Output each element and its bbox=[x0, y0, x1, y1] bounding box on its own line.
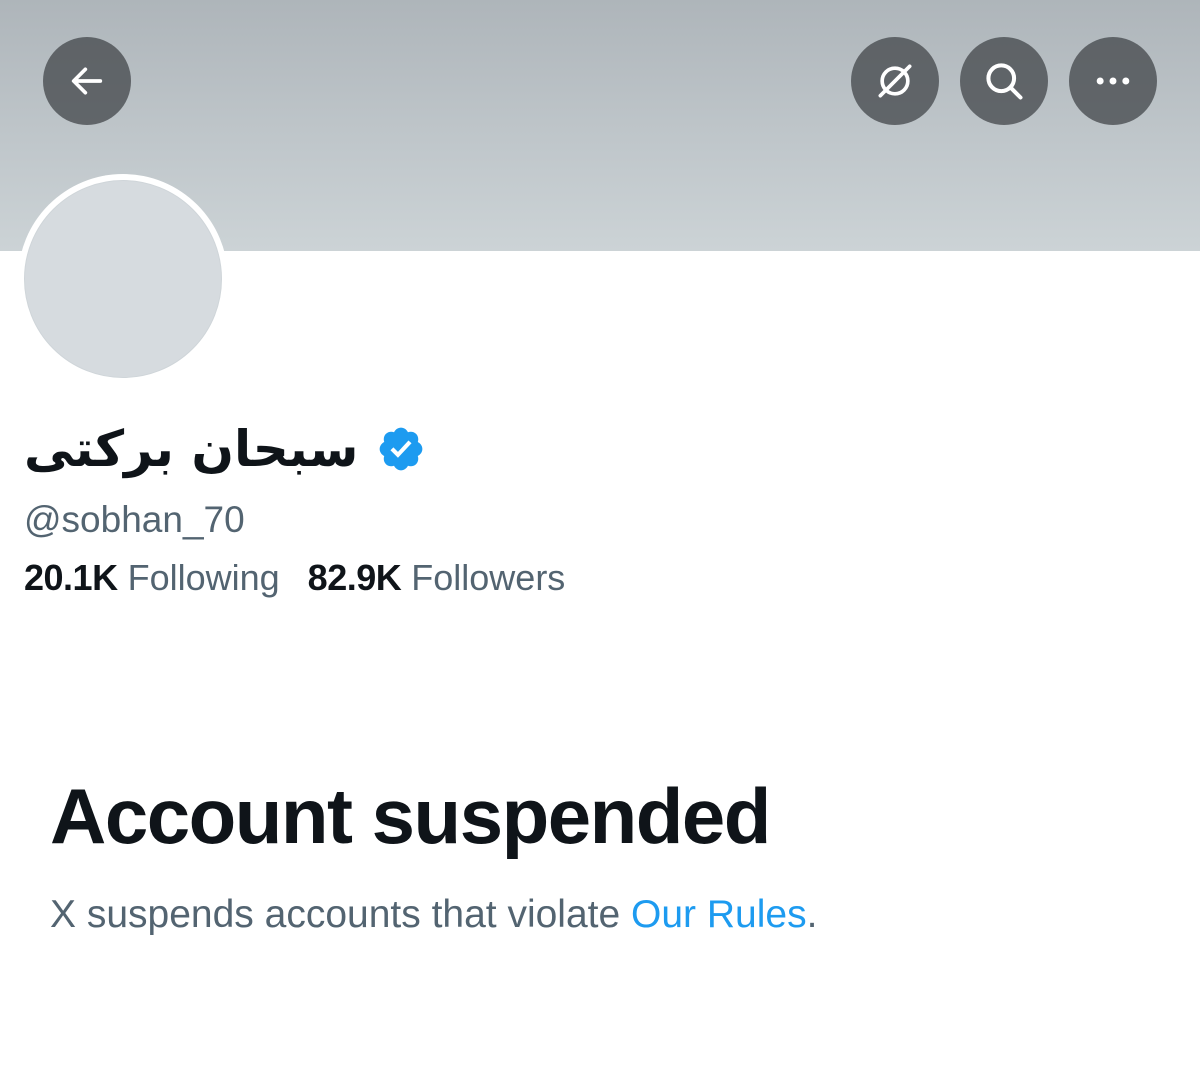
search-button[interactable] bbox=[960, 37, 1048, 125]
suspension-title: Account suspended bbox=[50, 772, 771, 860]
suspension-description-end: . bbox=[806, 893, 818, 936]
followers-label: Followers bbox=[411, 557, 566, 598]
suspension-description: X suspends accounts that violate Our Rul… bbox=[50, 890, 817, 940]
followers-count: 82.9K bbox=[307, 557, 402, 598]
our-rules-link[interactable]: Our Rules bbox=[631, 893, 807, 936]
grok-icon bbox=[878, 64, 912, 98]
following-stat[interactable]: 20.1K Following bbox=[24, 555, 280, 601]
profile-name-row: سبحان برکتی bbox=[24, 412, 426, 486]
search-icon bbox=[986, 63, 1023, 100]
back-arrow-icon bbox=[71, 67, 103, 95]
profile-handle: @sobhan_70 bbox=[24, 499, 245, 540]
avatar[interactable] bbox=[24, 180, 222, 378]
following-label: Following bbox=[127, 557, 280, 598]
grok-button[interactable] bbox=[851, 37, 939, 125]
more-dots-icon bbox=[1096, 77, 1130, 85]
followers-stat[interactable]: 82.9K Followers bbox=[308, 555, 566, 601]
follow-stats: 20.1K Following 82.9K Followers bbox=[24, 555, 565, 601]
verified-badge-icon[interactable] bbox=[376, 424, 426, 474]
suspension-description-text: X suspends accounts that violate bbox=[50, 893, 632, 936]
back-button[interactable] bbox=[43, 37, 131, 125]
more-options-button[interactable] bbox=[1069, 37, 1157, 125]
following-count: 20.1K bbox=[24, 557, 118, 598]
display-name: سبحان برکتی bbox=[24, 420, 359, 478]
